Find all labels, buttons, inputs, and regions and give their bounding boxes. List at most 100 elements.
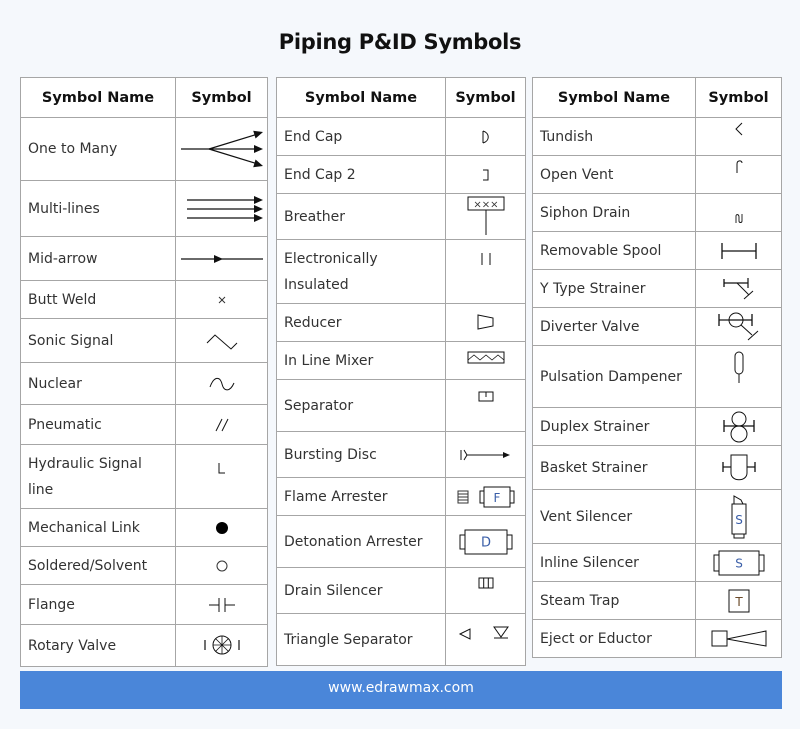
symbol-name: Electronically Insulated <box>276 239 446 304</box>
symbol-name: Diverter Valve <box>532 307 696 346</box>
symbol-cell <box>175 404 268 445</box>
eject-or-eductor-icon <box>696 628 781 650</box>
mechanical-link-icon <box>176 520 267 536</box>
tundish-icon <box>696 119 781 155</box>
symbol-cell <box>695 445 782 490</box>
table-row: Mid-arrow <box>20 236 268 281</box>
header-symbol-name: Symbol Name <box>20 77 176 118</box>
symbols-table-2: Symbol Name Symbol End Cap End Cap 2 Breat… <box>276 77 526 666</box>
symbol-cell <box>695 407 782 446</box>
symbol-cell <box>445 379 526 432</box>
symbol-name: Detonation Arrester <box>276 515 446 568</box>
table-row: Reducer <box>276 303 526 342</box>
symbol-cell <box>695 307 782 346</box>
symbol-name: Tundish <box>532 117 696 156</box>
symbol-cell: D <box>445 515 526 568</box>
table-row: Y Type Strainer <box>532 269 782 308</box>
symbol-name: Duplex Strainer <box>532 407 696 446</box>
electronically-insulated-icon <box>446 247 525 297</box>
table-row: Rotary Valve <box>20 624 268 667</box>
symbol-name: Soldered/Solvent <box>20 546 176 585</box>
pneumatic-icon <box>176 416 267 434</box>
symbol-name: In Line Mixer <box>276 341 446 380</box>
table-row: Separator <box>276 379 526 432</box>
multi-lines-icon <box>176 193 267 225</box>
header-symbol-name: Symbol Name <box>532 77 696 118</box>
flame-arrester-icon: F <box>446 484 525 510</box>
table-row: Flange <box>20 584 268 625</box>
symbol-name: Rotary Valve <box>20 624 176 667</box>
symbol-name: Pulsation Dampener <box>532 345 696 408</box>
flange-icon <box>176 596 267 614</box>
hydraulic-signal-line-icon <box>176 457 267 497</box>
breather-label: ××× <box>473 199 498 210</box>
symbol-cell <box>445 155 526 194</box>
footer-url[interactable]: www.edrawmax.com <box>328 680 474 696</box>
symbol-cell <box>445 613 526 666</box>
header-symbol: Symbol <box>175 77 268 118</box>
symbol-name: End Cap 2 <box>276 155 446 194</box>
symbol-cell <box>175 584 268 625</box>
symbol-cell <box>175 236 268 281</box>
symbol-name: Removable Spool <box>532 231 696 270</box>
siphon-drain-icon <box>696 195 781 231</box>
drain-silencer-icon <box>446 571 525 611</box>
nuclear-icon <box>176 371 267 397</box>
symbols-table-3: Symbol Name Symbol Tundish Open Vent Sipho… <box>532 77 782 658</box>
steam-trap-label: T <box>734 595 743 609</box>
inline-silencer-icon: S <box>696 549 781 577</box>
symbol-cell <box>695 155 782 194</box>
table-row: Triangle Separator <box>276 613 526 666</box>
symbol-cell <box>175 508 268 547</box>
flame-arrester-label: F <box>493 491 500 505</box>
symbol-name: Breather <box>276 193 446 240</box>
table-row: Multi-lines <box>20 180 268 237</box>
mid-arrow-icon <box>176 252 267 266</box>
table-row: Siphon Drain <box>532 193 782 232</box>
separator-icon <box>446 386 525 426</box>
symbol-cell <box>695 619 782 658</box>
breather-icon: ××× <box>446 195 525 239</box>
header-symbol: Symbol <box>445 77 526 118</box>
table-row: One to Many <box>20 117 268 181</box>
y-type-strainer-icon <box>696 275 781 303</box>
table-row: Pulsation Dampener <box>532 345 782 408</box>
table-row: Bursting Disc <box>276 431 526 478</box>
header-symbol: Symbol <box>695 77 782 118</box>
symbol-cell <box>175 280 268 319</box>
table-row: Soldered/Solvent <box>20 546 268 585</box>
triangle-separator-icon <box>446 616 525 664</box>
symbol-cell <box>695 231 782 270</box>
end-cap-2-icon <box>446 167 525 183</box>
symbol-name: Separator <box>276 379 446 432</box>
table-row: In Line Mixer <box>276 341 526 380</box>
symbol-name: Triangle Separator <box>276 613 446 666</box>
page-title: Piping P&ID Symbols <box>278 30 522 54</box>
symbol-cell <box>175 444 268 509</box>
symbol-cell <box>175 624 268 667</box>
symbol-cell <box>695 269 782 308</box>
end-cap-icon <box>446 129 525 145</box>
symbol-name: Y Type Strainer <box>532 269 696 308</box>
symbol-name: Open Vent <box>532 155 696 194</box>
symbol-cell <box>175 546 268 585</box>
table-row: Inline Silencer S <box>532 543 782 582</box>
table-row: Hydraulic Signal line <box>20 444 268 509</box>
symbol-cell: ××× <box>445 193 526 240</box>
sonic-signal-icon <box>176 331 267 351</box>
detonation-arrester-icon: D <box>446 526 525 558</box>
symbol-name: Reducer <box>276 303 446 342</box>
symbol-cell <box>445 567 526 614</box>
symbol-cell: T <box>695 581 782 620</box>
table-row: Sonic Signal <box>20 318 268 363</box>
symbol-name: Nuclear <box>20 362 176 405</box>
table-row: Basket Strainer <box>532 445 782 490</box>
table-row: Butt Weld <box>20 280 268 319</box>
symbol-name: Drain Silencer <box>276 567 446 614</box>
symbol-name: Flange <box>20 584 176 625</box>
soldered-solvent-icon <box>176 558 267 574</box>
symbol-name: Bursting Disc <box>276 431 446 478</box>
symbol-name: Inline Silencer <box>532 543 696 582</box>
table-row: Mechanical Link <box>20 508 268 547</box>
symbol-name: Mechanical Link <box>20 508 176 547</box>
